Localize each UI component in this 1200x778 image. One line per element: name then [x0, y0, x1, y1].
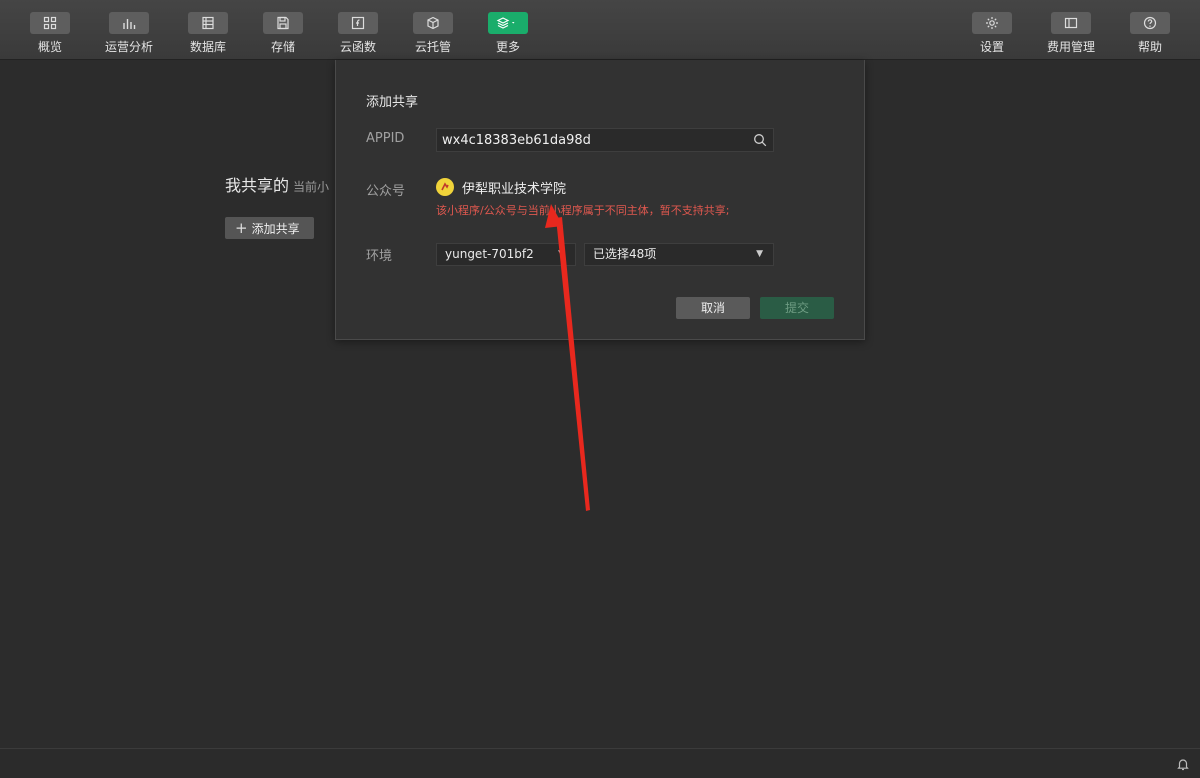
layers-icon [488, 12, 528, 34]
toolbar-label: 设置 [979, 40, 1004, 54]
toolbar-label: 更多 [495, 40, 520, 54]
account-name: 伊犁职业技术学院 [462, 182, 567, 197]
bell-icon[interactable] [1176, 757, 1190, 771]
toolbar-label: 概览 [37, 40, 62, 54]
billing-icon [1051, 12, 1091, 34]
toolbar-label: 数据库 [189, 40, 226, 54]
dialog-title: 添加共享 [366, 95, 419, 110]
env-select[interactable]: yunget-701bf2 ▼ [436, 243, 576, 266]
page-subtitle: 当前小 [293, 180, 330, 194]
chevron-down-icon: ▼ [756, 249, 763, 259]
page-title: 我共享的 当前小 [225, 172, 329, 196]
bar-chart-icon [109, 12, 149, 34]
appid-input[interactable] [436, 128, 774, 152]
top-toolbar: 概览 运营分析 数据库 存储 云函数 云托管 更多 设置 费用管理 帮助 [0, 0, 1200, 60]
add-share-label: 添加共享 [251, 222, 300, 236]
gear-icon [972, 12, 1012, 34]
scope-select[interactable]: 已选择48项 ▼ [584, 243, 774, 266]
toolbar-overview[interactable]: 概览 [20, 12, 80, 58]
submit-button[interactable]: 提交 [760, 297, 834, 319]
error-message: 该小程序/公众号与当前小程序属于不同主体，暂不支持共享; [436, 204, 730, 217]
avatar [436, 178, 454, 196]
add-share-dialog: 添加共享 APPID 公众号 伊犁职业技术学院 该小程序/公众号与当前小程序属于… [335, 60, 865, 340]
toolbar-label: 帮助 [1137, 40, 1162, 54]
cancel-button[interactable]: 取消 [676, 297, 750, 319]
page-title-text: 我共享的 [225, 176, 290, 195]
toolbar-settings[interactable]: 设置 [962, 12, 1022, 58]
env-select-value: yunget-701bf2 [445, 247, 534, 261]
add-share-button[interactable]: + 添加共享 [225, 217, 314, 239]
toolbar-cloud-functions[interactable]: 云函数 [328, 12, 388, 58]
cube-icon [413, 12, 453, 34]
toolbar-label: 运营分析 [104, 40, 153, 54]
toolbar-label: 云函数 [339, 40, 376, 54]
toolbar-label: 存储 [270, 40, 295, 54]
toolbar-cloud-hosting[interactable]: 云托管 [403, 12, 463, 58]
env-label: 环境 [366, 249, 393, 264]
toolbar-more[interactable]: 更多 [478, 12, 538, 58]
toolbar-help[interactable]: 帮助 [1120, 12, 1180, 58]
account-label: 公众号 [366, 184, 406, 199]
help-icon [1130, 12, 1170, 34]
grid-icon [30, 12, 70, 34]
toolbar-label: 云托管 [414, 40, 451, 54]
toolbar-storage[interactable]: 存储 [253, 12, 313, 58]
plus-icon: + [235, 219, 248, 237]
function-icon [338, 12, 378, 34]
save-icon [263, 12, 303, 34]
toolbar-billing[interactable]: 费用管理 [1041, 12, 1101, 58]
scope-select-value: 已选择48项 [593, 247, 657, 261]
chevron-down-icon: ▼ [558, 249, 565, 259]
appid-label: APPID [366, 131, 405, 146]
search-icon[interactable] [753, 133, 767, 147]
status-bar [0, 748, 1200, 778]
toolbar-database[interactable]: 数据库 [178, 12, 238, 58]
database-icon [188, 12, 228, 34]
toolbar-label: 费用管理 [1046, 40, 1095, 54]
toolbar-analytics[interactable]: 运营分析 [99, 12, 159, 58]
